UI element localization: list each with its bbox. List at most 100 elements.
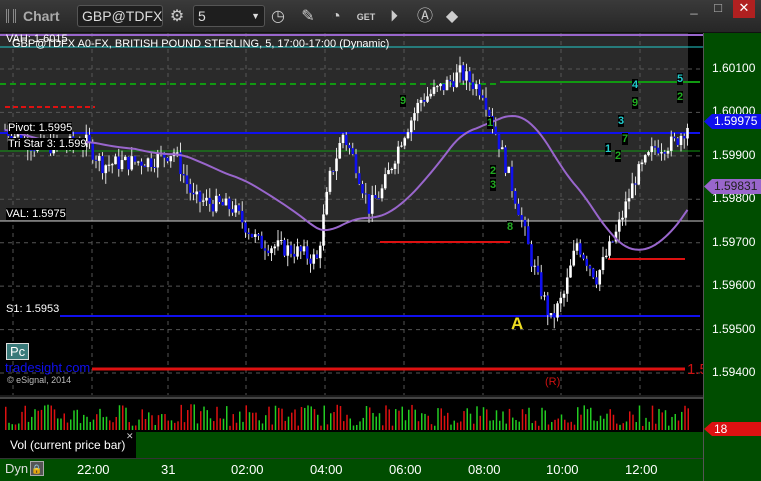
candle bbox=[97, 156, 101, 161]
study-icon[interactable]: ◔ bbox=[325, 6, 347, 28]
candle bbox=[679, 135, 683, 146]
volume-bar bbox=[687, 408, 689, 430]
candle bbox=[465, 71, 468, 81]
tristar-label: Tri Star 3: 1.599 bbox=[8, 138, 87, 150]
volume-bar bbox=[154, 424, 156, 430]
settings-gear-icon[interactable]: ⚙ bbox=[166, 6, 188, 28]
candle bbox=[91, 142, 95, 160]
volume-bar bbox=[274, 405, 277, 430]
get-data-icon[interactable]: GET bbox=[355, 6, 377, 28]
volume-bar bbox=[632, 414, 634, 430]
maximize-icon[interactable]: □ bbox=[707, 0, 729, 18]
volume-bar bbox=[375, 416, 377, 430]
volume-bar bbox=[642, 425, 644, 430]
candle bbox=[656, 147, 660, 154]
candle bbox=[653, 146, 657, 148]
candle bbox=[471, 82, 475, 90]
price-chart[interactable]: VAH: 1.6015 GBP@TDFX A0-FX, BRITISH POUN… bbox=[0, 33, 703, 395]
volume-bar bbox=[128, 422, 130, 430]
volume-bar bbox=[60, 418, 62, 430]
minimize-icon[interactable]: _ bbox=[683, 0, 705, 18]
lock-icon[interactable]: 🔒 bbox=[30, 461, 44, 476]
volume-bar bbox=[122, 405, 124, 430]
candle bbox=[429, 93, 433, 97]
candle bbox=[413, 113, 416, 121]
volume-bar bbox=[109, 420, 111, 430]
candle bbox=[546, 295, 550, 316]
play-icon[interactable]: ⏵ bbox=[383, 6, 405, 28]
candle bbox=[575, 243, 579, 251]
volume-bar bbox=[411, 404, 413, 430]
pc-button[interactable]: Pc bbox=[6, 343, 30, 360]
candle bbox=[520, 215, 524, 220]
grip-icon[interactable] bbox=[6, 9, 16, 23]
volume-bar bbox=[625, 421, 628, 430]
volume-bar bbox=[359, 421, 361, 430]
volume-bar bbox=[193, 404, 195, 430]
volume-bar bbox=[525, 414, 527, 430]
volume-bar bbox=[206, 410, 208, 430]
volume-bar bbox=[619, 424, 621, 430]
candle bbox=[367, 194, 371, 214]
time-axis[interactable]: Dyn 🔒 22:00 31 02:00 04:00 06:00 08:00 10:00 12… bbox=[0, 458, 703, 481]
volume-bar bbox=[593, 420, 595, 430]
candle bbox=[380, 188, 384, 199]
volume-bar bbox=[343, 421, 345, 430]
candle bbox=[218, 195, 221, 203]
candle bbox=[354, 154, 358, 174]
link-icon[interactable]: ◆ bbox=[441, 6, 463, 28]
candle bbox=[335, 158, 338, 172]
alert-icon[interactable]: Ⓐ bbox=[414, 6, 436, 28]
volume-bar bbox=[83, 414, 85, 430]
volume-bar bbox=[668, 425, 670, 430]
candle bbox=[250, 234, 254, 237]
interval-select[interactable]: 5 ▼ bbox=[193, 5, 265, 27]
price-scale[interactable]: 1.60100 1.60000 1.59900 1.59800 1.59700 1.596… bbox=[703, 33, 761, 481]
symbol-select[interactable]: GBP@TDFX▼ bbox=[77, 5, 163, 41]
volume-bar bbox=[102, 417, 104, 430]
volume-bar bbox=[76, 409, 78, 430]
volume-study-label[interactable]: Vol (current price bar) ✕ bbox=[0, 431, 136, 458]
sequence-count: 5 bbox=[677, 73, 684, 85]
volume-bar bbox=[385, 405, 387, 430]
volume-bar bbox=[684, 405, 686, 430]
volume-bar bbox=[300, 406, 303, 430]
candle bbox=[214, 195, 218, 212]
volume-bar bbox=[326, 424, 329, 430]
candle bbox=[133, 156, 137, 162]
volume-bar bbox=[190, 404, 192, 430]
sequence-count: 2 bbox=[615, 150, 622, 162]
copyright: © eSignal, 2014 bbox=[7, 375, 72, 385]
s1-label: S1: 1.5953 bbox=[6, 303, 60, 315]
volume-panel[interactable] bbox=[0, 397, 703, 432]
candle bbox=[244, 222, 247, 233]
volume-bar bbox=[466, 408, 468, 430]
volume-bar bbox=[167, 420, 169, 430]
time-tick: 08:00 bbox=[468, 462, 501, 477]
chart-description: GBP@TDFX A0-FX, BRITISH POUND STERLING, … bbox=[12, 38, 390, 50]
candle bbox=[624, 201, 628, 218]
candle bbox=[387, 170, 390, 175]
close-icon[interactable]: ✕ bbox=[733, 0, 755, 18]
volume-bar bbox=[638, 405, 641, 430]
volume-bar bbox=[408, 409, 410, 430]
volume-bar bbox=[57, 418, 59, 430]
candle bbox=[650, 146, 654, 153]
volume-bar bbox=[294, 409, 296, 430]
close-study-icon[interactable]: ✕ bbox=[126, 431, 134, 442]
candle bbox=[260, 235, 264, 249]
time-tick: 31 bbox=[161, 462, 176, 477]
candle bbox=[296, 246, 299, 257]
volume-bar bbox=[34, 409, 36, 430]
volume-bar bbox=[5, 406, 7, 430]
candle bbox=[598, 270, 602, 285]
pencil-icon[interactable]: ✎ bbox=[297, 6, 319, 28]
candle bbox=[390, 168, 394, 171]
volume-bar bbox=[486, 409, 488, 430]
price-tick: 1.59400 bbox=[712, 365, 756, 379]
clock-icon[interactable]: ◷ bbox=[267, 6, 289, 28]
candle bbox=[104, 165, 108, 174]
candle bbox=[253, 234, 257, 237]
volume-bar bbox=[440, 408, 442, 430]
candle bbox=[286, 245, 290, 256]
